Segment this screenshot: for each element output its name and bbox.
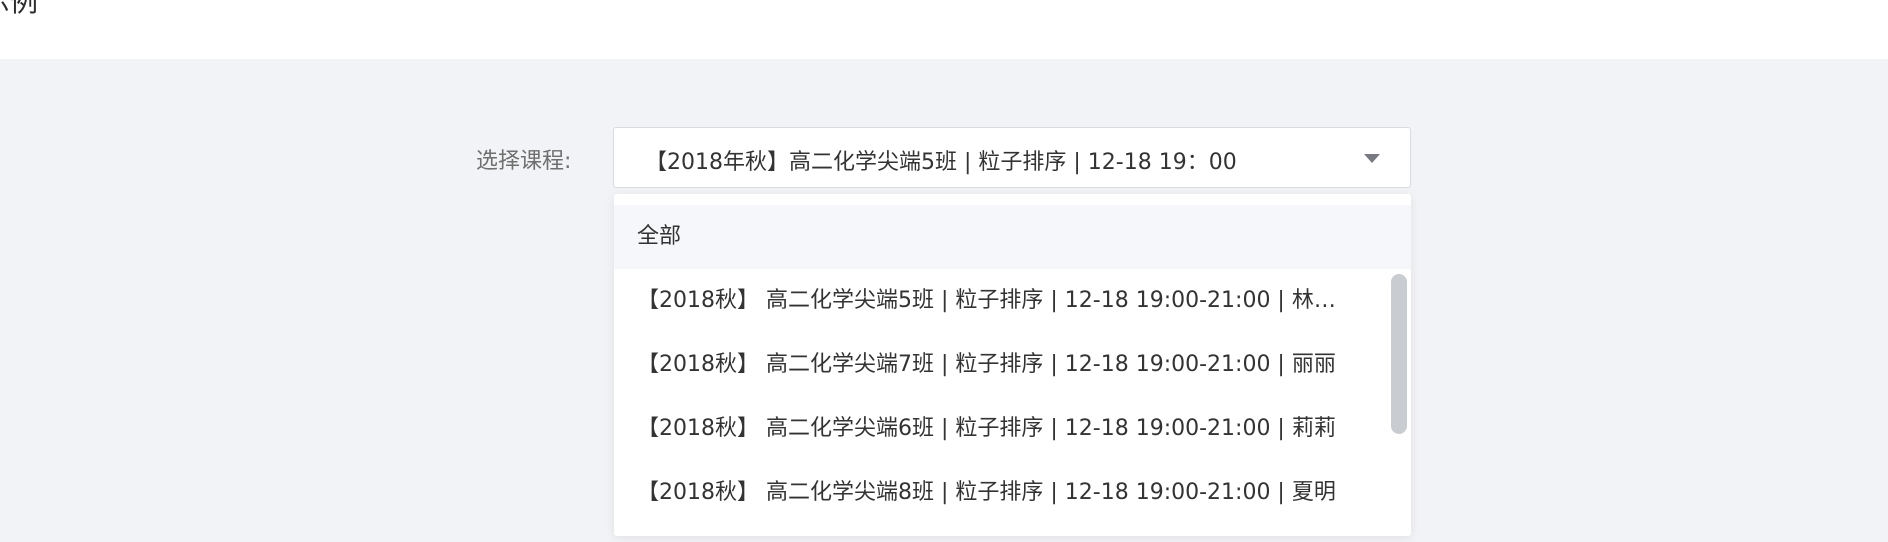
dropdown-option-label: 全部	[637, 224, 682, 249]
dropdown-option[interactable]: 【2018秋】 高二化学尖端6班 | 粒子排序 | 12-18 19:00-21…	[614, 397, 1411, 461]
dropdown-option-label: 【2018秋】 高二化学尖端5班 | 粒子排序 | 12-18 19:00-21…	[637, 288, 1336, 313]
course-dropdown-menu: 全部 【2018秋】 高二化学尖端5班 | 粒子排序 | 12-18 19:00…	[614, 194, 1411, 536]
course-select-label: 选择课程:	[476, 149, 572, 174]
dropdown-option-all[interactable]: 全部	[614, 205, 1411, 269]
page-title: 示例	[0, 0, 39, 18]
dropdown-option-label: 【2018秋】 高二化学尖端7班 | 粒子排序 | 12-18 19:00-21…	[637, 352, 1336, 377]
dropdown-option[interactable]: 【2018秋】 高二化学尖端8班 | 粒子排序 | 12-18 19:00-21…	[614, 461, 1411, 525]
dropdown-option[interactable]: 【2018秋】 高二化学尖端5班 | 粒子排序 | 12-18 19:00-21…	[614, 269, 1411, 333]
dropdown-option-label: 【2018秋】 高二化学尖端8班 | 粒子排序 | 12-18 19:00-21…	[637, 480, 1336, 505]
dropdown-option-label: 【2018秋】 高二化学尖端6班 | 粒子排序 | 12-18 19:00-21…	[637, 416, 1336, 441]
dropdown-option[interactable]: 【2018秋】 高二化学尖端7班 | 粒子排序 | 12-18 19:00-21…	[614, 333, 1411, 397]
course-select[interactable]: 【2018年秋】高二化学尖端5班 | 粒子排序 | 12-18 19：00	[613, 127, 1411, 188]
caret-down-icon[interactable]	[1364, 154, 1380, 163]
top-header-bar: 示例	[0, 0, 1888, 59]
dropdown-scrollbar[interactable]	[1391, 274, 1407, 434]
selected-course-value: 【2018年秋】高二化学尖端5班 | 粒子排序 | 12-18 19：00	[645, 150, 1237, 175]
